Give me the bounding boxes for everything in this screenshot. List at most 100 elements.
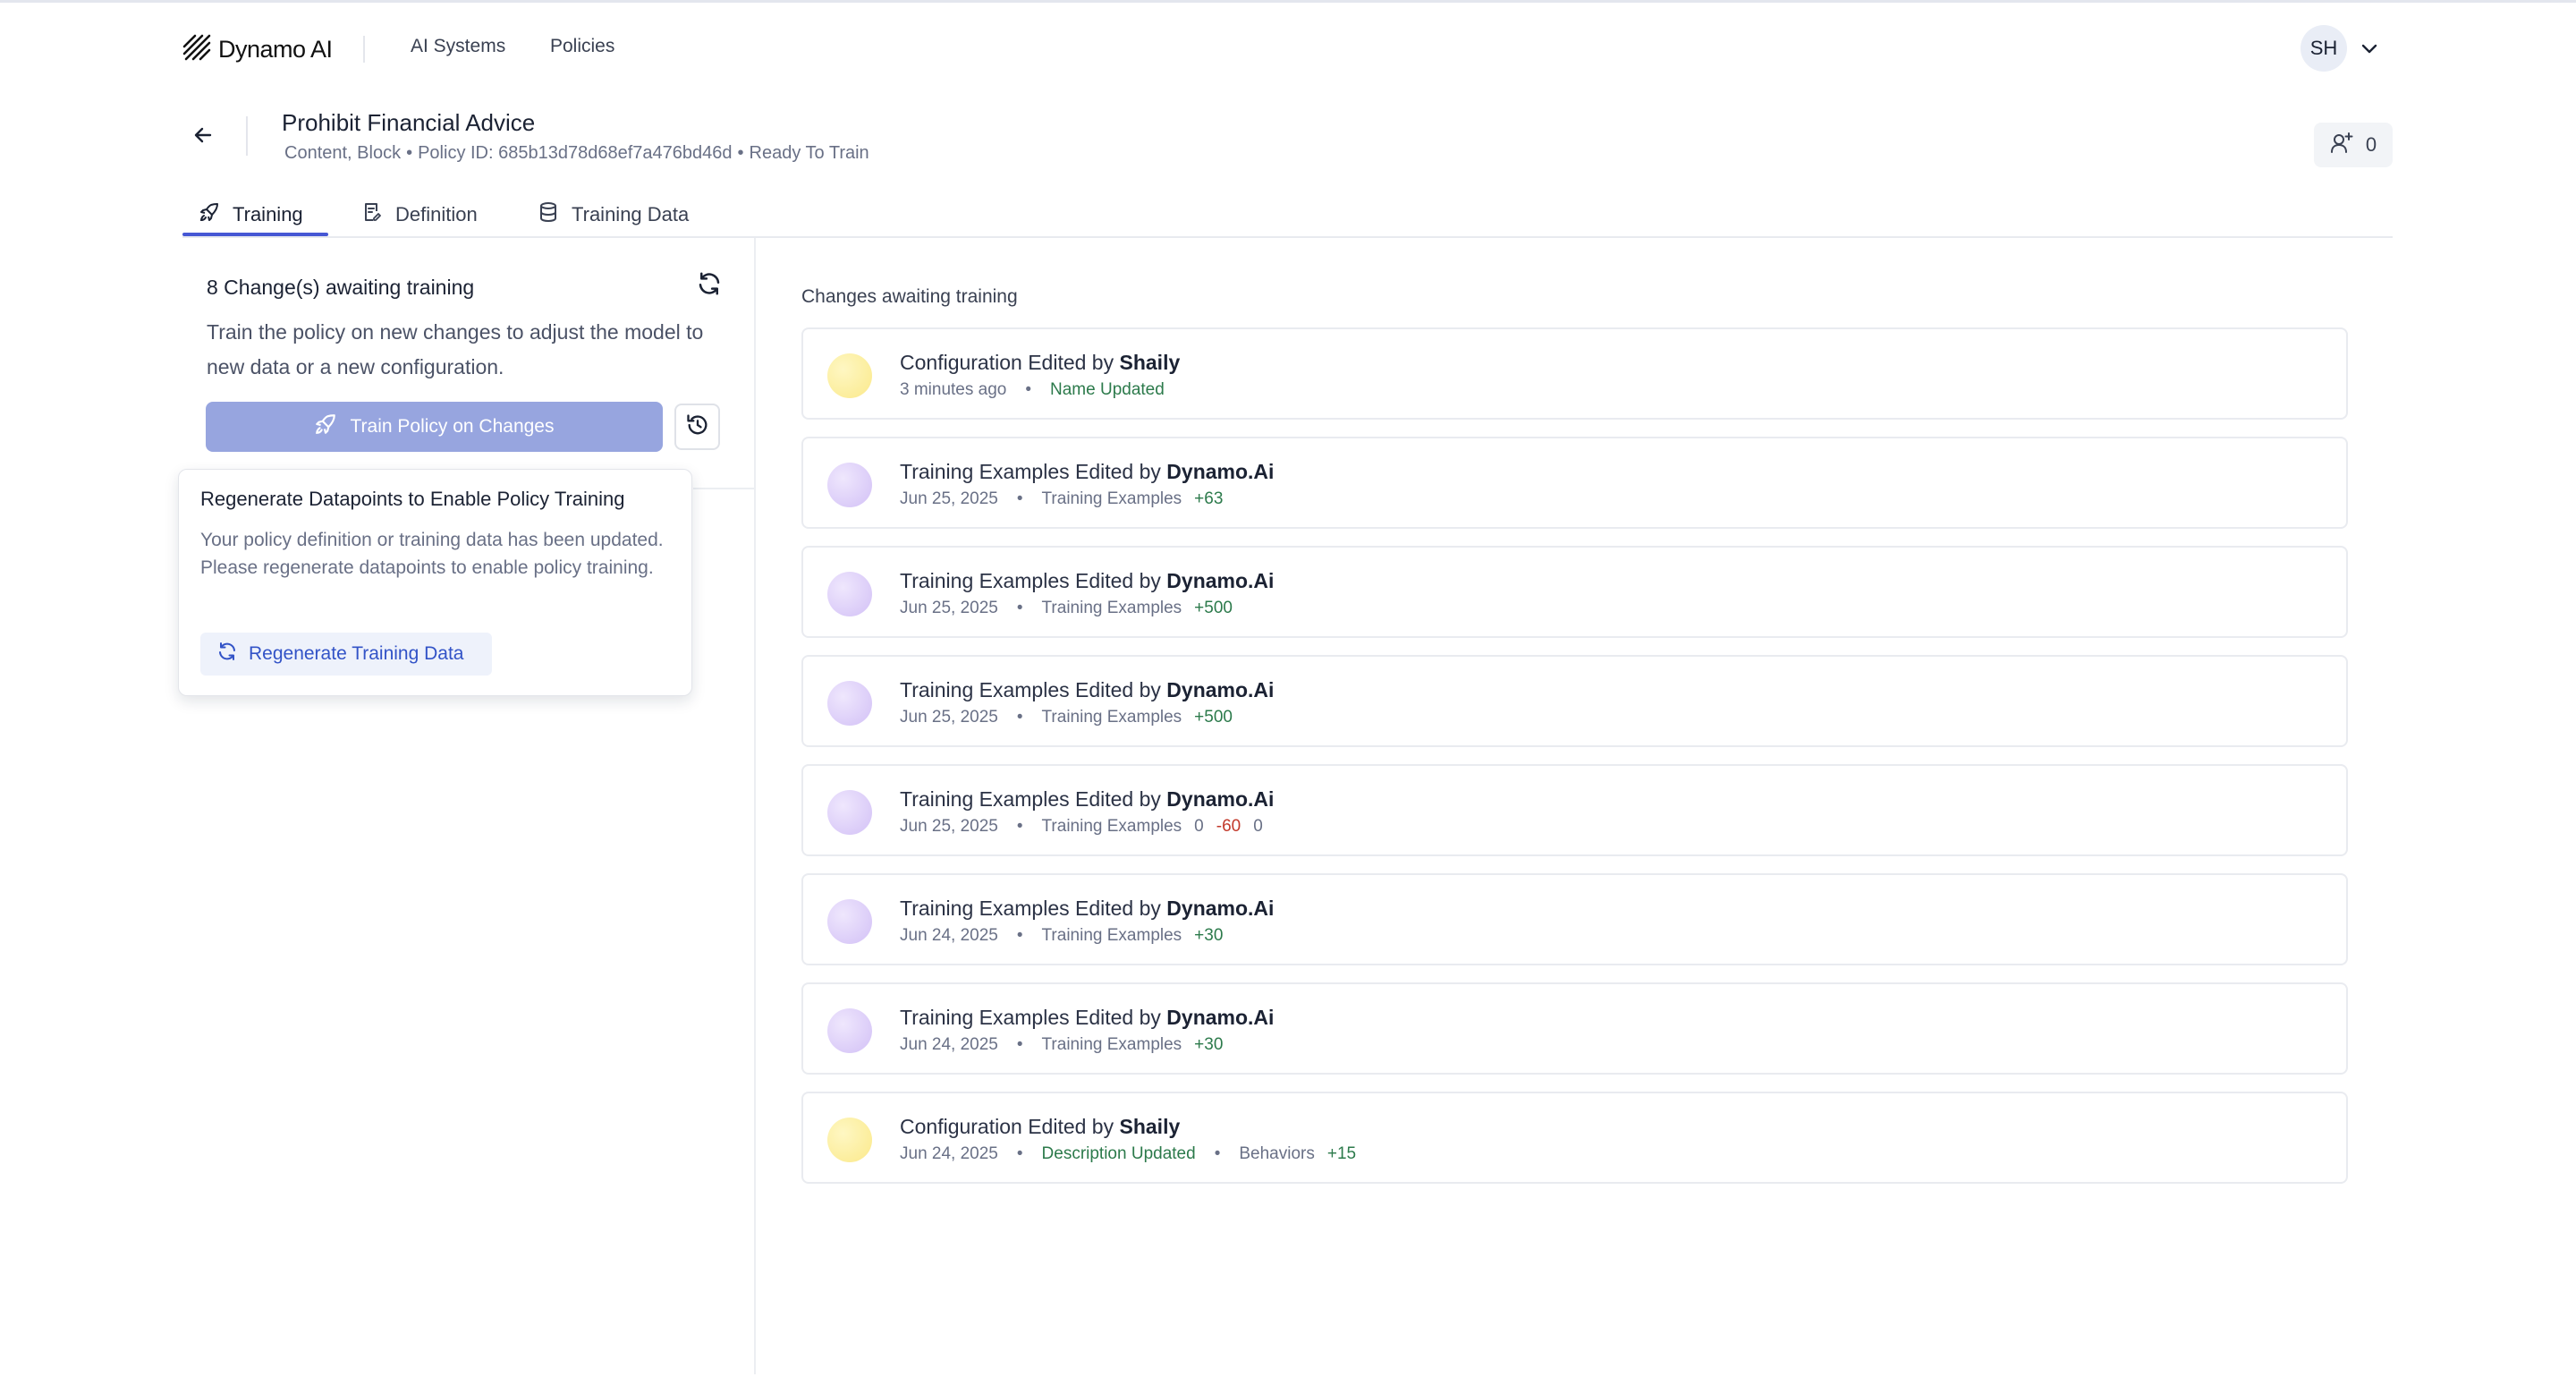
change-details: 3 minutes ago • Name Updated <box>900 380 1165 400</box>
change-title: Training Examples Edited by Dynamo.Ai <box>900 897 1274 921</box>
change-detail-label: Description Updated <box>1041 1144 1196 1163</box>
change-details: Jun 25, 2025 • Training Examples +500 <box>900 599 1233 618</box>
change-date: Jun 24, 2025 <box>900 926 998 945</box>
change-action: Training Examples Edited by <box>900 1006 1161 1029</box>
user-avatar[interactable]: SH <box>2301 25 2347 72</box>
change-title: Training Examples Edited by Dynamo.Ai <box>900 787 1274 812</box>
regenerate-training-data-button[interactable]: Regenerate Training Data <box>200 633 492 676</box>
detail-separator: • <box>1016 1144 1023 1163</box>
change-card[interactable]: Training Examples Edited by Dynamo.Ai Jun… <box>801 655 2348 747</box>
changes-description: Train the policy on new changes to adjus… <box>207 320 704 378</box>
change-delta: +30 <box>1194 926 1224 945</box>
author-avatar <box>827 1118 872 1162</box>
author-avatar <box>827 572 872 616</box>
dynamo-logo-icon <box>182 34 211 65</box>
change-author: Dynamo.Ai <box>1166 787 1275 811</box>
change-author: Dynamo.Ai <box>1166 897 1275 920</box>
arrow-left-icon <box>192 124 214 150</box>
change-author: Dynamo.Ai <box>1166 569 1275 592</box>
change-author: Shaily <box>1119 1115 1181 1138</box>
change-date: Jun 25, 2025 <box>900 817 998 836</box>
change-delta: +15 <box>1326 1144 1357 1163</box>
change-card[interactable]: Training Examples Edited by Dynamo.Ai Jun… <box>801 764 2348 856</box>
user-plus-icon <box>2330 132 2353 159</box>
nav-link-ai-systems[interactable]: AI Systems <box>411 36 505 57</box>
detail-separator: • <box>1016 489 1023 508</box>
policy-id: Policy ID: 685b13d78d68ef7a476bd46d <box>418 143 733 163</box>
change-delta: +63 <box>1194 489 1224 508</box>
change-title: Training Examples Edited by Dynamo.Ai <box>900 1006 1274 1030</box>
change-action: Training Examples Edited by <box>900 460 1161 483</box>
popover-body: Your policy definition or training data … <box>200 530 664 578</box>
detail-separator: • <box>1016 817 1023 836</box>
change-action: Configuration Edited by <box>900 1115 1114 1138</box>
change-author: Dynamo.Ai <box>1166 1006 1275 1029</box>
changes-list: Configuration Edited by Shaily 3 minutes … <box>801 327 2348 1201</box>
popover-title: Regenerate Datapoints to Enable Policy T… <box>200 488 625 510</box>
active-tab-indicator <box>182 233 328 236</box>
change-action: Training Examples Edited by <box>900 897 1161 920</box>
change-author: Shaily <box>1119 351 1181 374</box>
author-avatar <box>827 353 872 398</box>
change-title: Training Examples Edited by Dynamo.Ai <box>900 678 1274 702</box>
train-policy-button[interactable]: Train Policy on Changes <box>206 402 663 452</box>
refresh-icon <box>216 641 238 667</box>
change-delta: +500 <box>1194 708 1233 727</box>
change-detail-label: Behaviors <box>1239 1144 1315 1163</box>
brand-logo[interactable]: Dynamo AI <box>182 34 333 64</box>
change-card[interactable]: Training Examples Edited by Dynamo.Ai Jun… <box>801 546 2348 638</box>
change-delta: +30 <box>1194 1035 1224 1054</box>
change-delta: -60 <box>1216 817 1241 836</box>
collaborators-button[interactable]: 0 <box>2314 123 2393 167</box>
policy-type: Content, Block <box>284 143 402 163</box>
back-button[interactable] <box>188 122 218 152</box>
change-card[interactable]: Training Examples Edited by Dynamo.Ai Jun… <box>801 437 2348 529</box>
tab-label: Training Data <box>572 203 690 225</box>
change-detail-label: Training Examples <box>1041 599 1182 617</box>
chevron-down-icon[interactable] <box>2359 38 2380 59</box>
tab-label: Definition <box>395 203 478 225</box>
training-history-button[interactable] <box>674 404 720 450</box>
top-border <box>0 0 2576 3</box>
change-title: Training Examples Edited by Dynamo.Ai <box>900 569 1274 593</box>
tab-training-data[interactable]: Training Data <box>538 193 689 236</box>
change-date: Jun 25, 2025 <box>900 599 998 617</box>
change-action: Training Examples Edited by <box>900 787 1161 811</box>
change-title: Configuration Edited by Shaily <box>900 1115 1180 1139</box>
author-avatar <box>827 1008 872 1053</box>
author-avatar <box>827 463 872 507</box>
tab-training[interactable]: Training <box>199 193 303 236</box>
author-avatar <box>827 790 872 835</box>
nav-divider <box>363 36 365 63</box>
change-date: Jun 24, 2025 <box>900 1144 998 1163</box>
change-card[interactable]: Configuration Edited by Shaily Jun 24, 20… <box>801 1092 2348 1184</box>
database-icon <box>538 201 559 228</box>
brand-name: Dynamo AI <box>218 35 333 63</box>
document-edit-icon <box>361 201 383 228</box>
detail-separator: • <box>1016 708 1023 727</box>
change-card[interactable]: Configuration Edited by Shaily 3 minutes … <box>801 327 2348 420</box>
detail-separator: • <box>1016 599 1023 617</box>
tab-definition[interactable]: Definition <box>361 193 478 236</box>
changes-count-title: 8 Change(s) awaiting training <box>207 276 475 299</box>
change-detail-label: Training Examples <box>1041 1035 1182 1054</box>
detail-separator: • <box>1025 380 1032 399</box>
train-button-label: Train Policy on Changes <box>350 416 555 437</box>
policy-status: Ready To Train <box>749 143 869 163</box>
change-delta: 0 <box>1194 817 1204 836</box>
change-date: Jun 25, 2025 <box>900 708 998 727</box>
change-card[interactable]: Training Examples Edited by Dynamo.Ai Jun… <box>801 873 2348 965</box>
change-title: Configuration Edited by Shaily <box>900 351 1180 375</box>
change-action: Training Examples Edited by <box>900 569 1161 592</box>
panel-divider <box>754 238 756 1374</box>
changes-heading: Changes awaiting training <box>801 286 1018 307</box>
nav-link-policies[interactable]: Policies <box>550 36 614 57</box>
change-card[interactable]: Training Examples Edited by Dynamo.Ai Jun… <box>801 982 2348 1075</box>
change-date: Jun 25, 2025 <box>900 489 998 508</box>
change-details: Jun 25, 2025 • Training Examples +500 <box>900 708 1233 727</box>
left-panel-divider <box>693 488 754 489</box>
page-title: Prohibit Financial Advice <box>282 109 536 136</box>
change-action: Training Examples Edited by <box>900 678 1161 701</box>
change-title: Training Examples Edited by Dynamo.Ai <box>900 460 1274 484</box>
refresh-icon[interactable] <box>696 270 723 297</box>
